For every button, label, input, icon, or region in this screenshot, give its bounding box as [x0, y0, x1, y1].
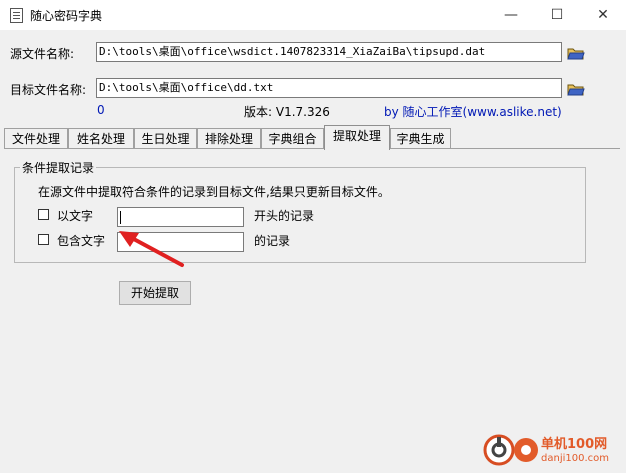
- watermark-url: danji100.com: [541, 453, 609, 464]
- record-count: 0: [97, 103, 105, 117]
- contains-suffix: 的记录: [254, 234, 291, 248]
- starts-with-suffix: 开头的记录: [254, 209, 315, 223]
- source-file-label: 源文件名称:: [10, 47, 75, 61]
- watermark-title: 单机100网: [541, 437, 608, 452]
- starts-with-input[interactable]: [117, 207, 244, 227]
- start-extract-button[interactable]: 开始提取: [119, 281, 191, 305]
- document-icon: [10, 8, 23, 23]
- starts-with-label[interactable]: 以文字: [57, 207, 93, 224]
- open-folder-icon[interactable]: [567, 81, 585, 97]
- minimize-icon[interactable]: —: [488, 0, 534, 30]
- version-label: 版本: V1.7.326: [244, 105, 330, 119]
- annotation-arrow-icon: [119, 231, 184, 267]
- contains-checkbox[interactable]: [38, 234, 49, 245]
- open-folder-icon[interactable]: [567, 45, 585, 61]
- close-icon[interactable]: ✕: [580, 0, 626, 30]
- group-title: 条件提取记录: [20, 159, 97, 176]
- group-description: 在源文件中提取符合条件的记录到目标文件,结果只更新目标文件。: [38, 185, 390, 199]
- maximize-icon[interactable]: ☐: [534, 0, 580, 30]
- tab-birthday-processing[interactable]: 生日处理: [134, 128, 197, 149]
- target-file-label: 目标文件名称:: [10, 83, 87, 97]
- title-bar: 随心密码字典 — ☐ ✕: [0, 0, 626, 30]
- starts-with-checkbox[interactable]: [38, 209, 49, 220]
- contains-label[interactable]: 包含文字: [57, 232, 105, 249]
- window-title: 随心密码字典: [30, 9, 103, 23]
- tab-exclude-processing[interactable]: 排除处理: [197, 128, 261, 149]
- tab-extract-processing[interactable]: 提取处理: [324, 125, 390, 150]
- text-cursor: [120, 211, 121, 224]
- tab-dictionary-generate[interactable]: 字典生成: [390, 128, 451, 149]
- target-file-input[interactable]: D:\tools\桌面\office\dd.txt: [96, 78, 562, 98]
- tab-dictionary-combine[interactable]: 字典组合: [261, 128, 324, 149]
- author-link[interactable]: by 随心工作室(www.aslike.net): [384, 103, 562, 120]
- source-file-input[interactable]: D:\tools\桌面\office\wsdict.1407823314_Xia…: [96, 42, 562, 62]
- tab-file-processing[interactable]: 文件处理: [4, 128, 68, 149]
- tab-name-processing[interactable]: 姓名处理: [68, 128, 134, 149]
